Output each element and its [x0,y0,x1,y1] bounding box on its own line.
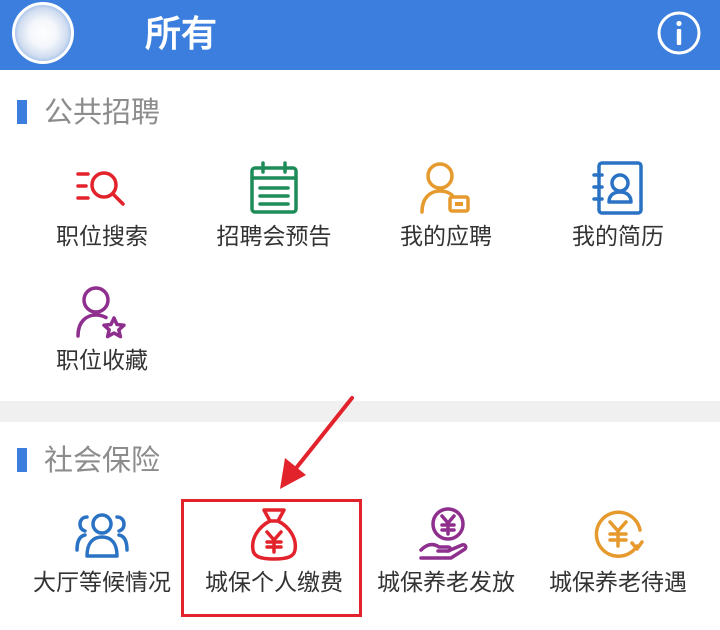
user-badge-icon [420,162,470,214]
grid-item-label: 我的简历 [572,224,664,250]
grid-item-label: 我的应聘 [400,224,492,250]
page-title: 所有 [145,14,218,55]
group-icon [75,513,129,558]
grid-item-label: 职位收藏 [56,348,148,374]
grid-item-label: 招聘会预告 [216,224,332,250]
hand-yuan-icon [419,507,468,560]
section-header-public-recruitment: 公共招聘 [0,92,720,132]
yuan-refresh-icon [594,510,644,558]
section-marker [17,448,27,472]
grid-item-hall-waiting[interactable]: 大厅等候情况 [16,510,188,598]
grid-item-pension-benefits[interactable]: 城保养老待遇 [532,506,704,598]
grid-item-label: 城保养老发放 [377,570,515,596]
calendar-icon [250,161,298,214]
avatar[interactable] [12,2,74,64]
grid-item-job-search[interactable]: 职位搜索 [16,160,188,252]
list-search-icon [76,171,125,206]
highlight-box [181,499,362,617]
info-icon[interactable] [656,10,702,56]
grid-item-label: 职位搜索 [56,224,148,250]
grid-item-my-resume[interactable]: 我的简历 [532,160,704,252]
grid-item-label: 大厅等候情况 [33,570,171,596]
section-header-social-insurance: 社会保险 [0,440,720,480]
grid-item-job-favorites[interactable]: 职位收藏 [16,284,188,376]
grid-item-label: 城保养老待遇 [549,570,687,596]
grid-item-job-fair-preview[interactable]: 招聘会预告 [188,160,360,252]
user-star-icon [76,286,126,339]
section-title: 公共招聘 [44,95,161,129]
grid-item-my-applications[interactable]: 我的应聘 [360,160,532,252]
grid-item-pension-distribution[interactable]: 城保养老发放 [360,506,532,598]
section-divider [0,401,720,422]
app-header: 所有 [0,0,720,70]
section-marker [17,100,27,124]
resume-icon [592,161,643,215]
section-title: 社会保险 [44,443,161,477]
